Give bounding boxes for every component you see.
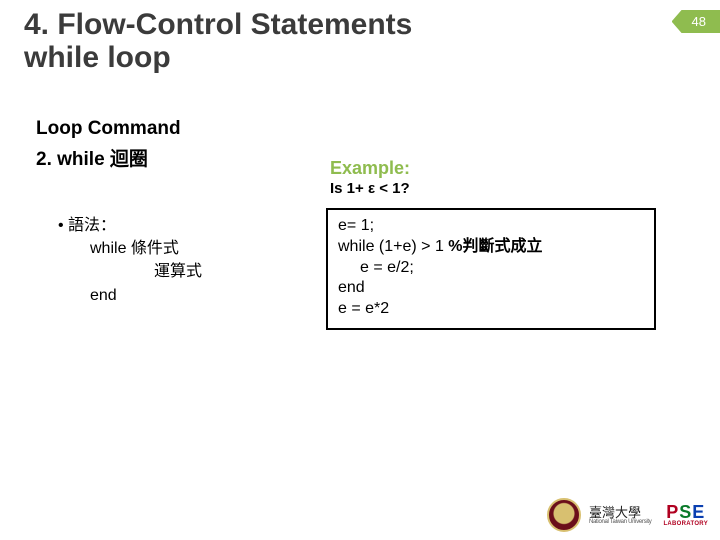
title-line-2: while loop xyxy=(24,41,171,74)
pse-letter-s: S xyxy=(679,502,692,522)
title-line-1: 4. Flow-Control Statements xyxy=(24,8,412,41)
university-name-cn: 臺灣大學 xyxy=(589,506,651,519)
code-line-2-comment: %判斷式成立 xyxy=(448,238,542,255)
footer: 臺灣大學 National Taiwan University PSE LABO… xyxy=(547,498,708,532)
university-seal-icon xyxy=(547,498,581,532)
code-line-2a: while (1+e) > 1 xyxy=(338,238,448,255)
page-number: 48 xyxy=(692,14,706,29)
syntax-operation-line: 運算式 xyxy=(154,260,202,283)
subheading-while: 2. while 迴圈 xyxy=(36,144,148,171)
syntax-end-line: end xyxy=(90,284,202,307)
pse-letters: PSE xyxy=(666,503,705,521)
code-line-2: while (1+e) > 1 %判斷式成立 xyxy=(338,237,644,258)
pse-letter-e: E xyxy=(692,502,705,522)
pse-laboratory-label: LABORATORY xyxy=(663,521,708,527)
example-question: Is 1+ ε < 1? xyxy=(330,180,410,197)
slide-title: 4. Flow-Control Statements while loop xyxy=(24,8,444,74)
code-line-1: e= 1; xyxy=(338,216,644,237)
example-label: Example: xyxy=(330,158,410,179)
syntax-block: • 語法： while 條件式 運算式 end xyxy=(58,214,202,307)
university-text: 臺灣大學 National Taiwan University xyxy=(589,506,651,525)
code-line-3: e = e/2; xyxy=(360,258,644,279)
code-box: e= 1; while (1+e) > 1 %判斷式成立 e = e/2; en… xyxy=(326,208,656,330)
pse-logo: PSE LABORATORY xyxy=(663,503,708,527)
page-number-badge: 48 xyxy=(672,10,720,33)
syntax-bullet: • 語法： xyxy=(58,214,116,237)
university-name-en: National Taiwan University xyxy=(589,519,651,525)
code-line-5: e = e*2 xyxy=(338,299,644,320)
pse-letter-p: P xyxy=(666,502,679,522)
syntax-while-line: while 條件式 xyxy=(90,237,202,260)
code-line-4: end xyxy=(338,278,644,299)
subheading-loop-command: Loop Command xyxy=(36,118,181,140)
